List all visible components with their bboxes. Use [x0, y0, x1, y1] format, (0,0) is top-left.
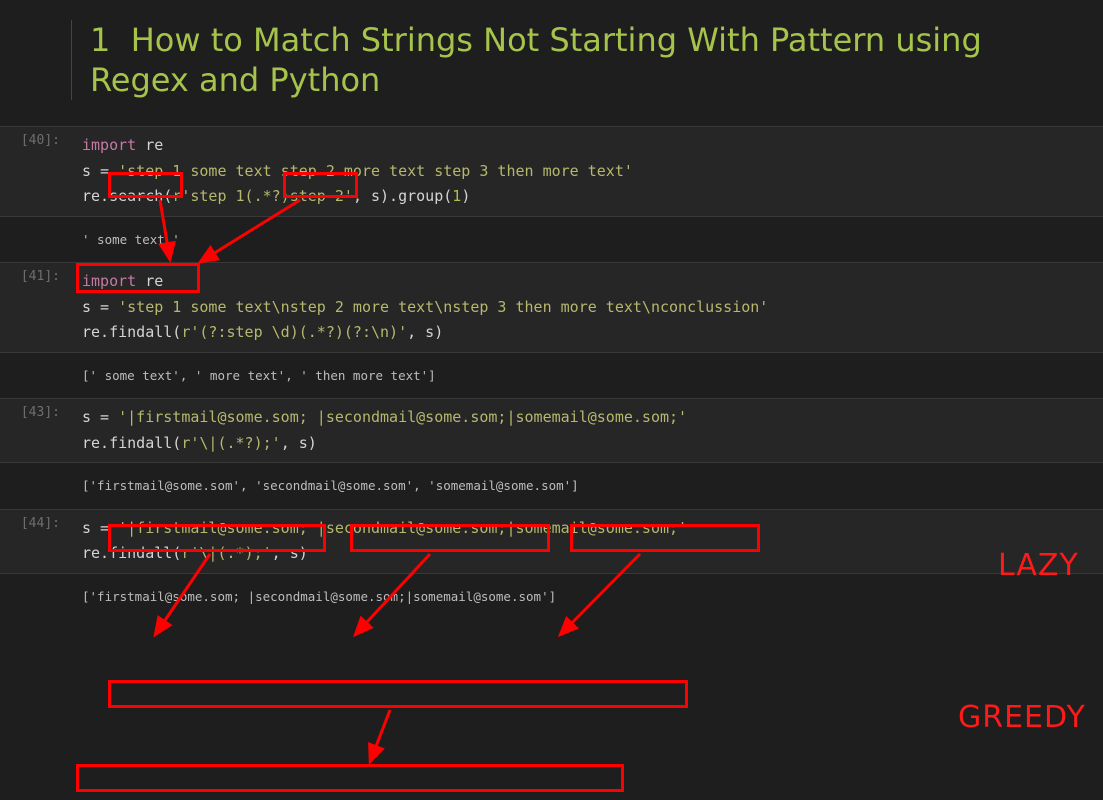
kw-import: import: [82, 272, 136, 290]
code-body[interactable]: s = '|firstmail@some.som; |secondmail@so…: [72, 399, 1103, 462]
output-gutter: [0, 463, 72, 509]
code-cell-41[interactable]: [41]: import re s = 'step 1 some text\ns…: [0, 262, 1103, 353]
code-body[interactable]: import re s = 'step 1 some text step 2 m…: [72, 127, 1103, 216]
string-literal: '|firstmail@some.som; |secondmail@some.s…: [118, 519, 687, 537]
prompt-label: [41]:: [0, 263, 72, 352]
code-text: , s): [407, 323, 443, 341]
code-text: re.findall(: [82, 544, 181, 562]
prompt-label: [44]:: [0, 510, 72, 573]
code-cell-40[interactable]: [40]: import re s = 'step 1 some text st…: [0, 126, 1103, 217]
annotation-greedy: GREEDY: [958, 700, 1086, 735]
code-body[interactable]: import re s = 'step 1 some text\nstep 2 …: [72, 263, 1103, 352]
output-text: ['firstmail@some.som; |secondmail@some.s…: [72, 574, 556, 620]
code-body[interactable]: s = '|firstmail@some.som; |secondmail@so…: [72, 510, 1103, 573]
number-literal: 1: [452, 187, 461, 205]
code-text: re.findall(: [82, 434, 181, 452]
string-literal: r'\|(.*?);': [181, 434, 280, 452]
code-text: s =: [82, 298, 118, 316]
output-cell-44: ['firstmail@some.som; |secondmail@some.s…: [0, 574, 1103, 620]
output-text: ' some text ': [72, 217, 180, 263]
output-gutter: [0, 574, 72, 620]
output-cell-41: [' some text', ' more text', ' then more…: [0, 353, 1103, 399]
code-text: re.search(: [82, 187, 172, 205]
kw-import: import: [82, 136, 136, 154]
prompt-label: [40]:: [0, 127, 72, 216]
string-literal: r'\|(.*);': [181, 544, 271, 562]
output-text: ['firstmail@some.som', 'secondmail@some.…: [72, 463, 579, 509]
mod-name: re: [136, 272, 163, 290]
string-literal: r'(?:step \d)(.*?)(?:\n)': [181, 323, 407, 341]
output-cell-43: ['firstmail@some.som', 'secondmail@some.…: [0, 463, 1103, 509]
code-text: , s): [272, 544, 308, 562]
page-title: 1 How to Match Strings Not Starting With…: [72, 20, 1103, 100]
string-literal: r'step 1(.*?)step 2': [172, 187, 353, 205]
code-text: s =: [82, 519, 118, 537]
string-literal: 'step 1 some text step 2 more text step …: [118, 162, 633, 180]
code-cell-43[interactable]: [43]: s = '|firstmail@some.som; |secondm…: [0, 398, 1103, 463]
code-cell-44[interactable]: [44]: s = '|firstmail@some.som; |secondm…: [0, 509, 1103, 574]
annotation-box: [108, 680, 688, 708]
prompt-label: [43]:: [0, 399, 72, 462]
annotation-box: [76, 764, 624, 792]
code-text: ): [461, 187, 470, 205]
mod-name: re: [136, 136, 163, 154]
output-cell-40: ' some text ': [0, 217, 1103, 263]
output-text: [' some text', ' more text', ' then more…: [72, 353, 436, 399]
code-text: re.findall(: [82, 323, 181, 341]
heading-row: 1 How to Match Strings Not Starting With…: [0, 0, 1103, 126]
code-text: , s): [281, 434, 317, 452]
heading-number: 1: [90, 21, 110, 59]
output-gutter: [0, 353, 72, 399]
string-literal: 'step 1 some text\nstep 2 more text\nste…: [118, 298, 768, 316]
heading-gutter: [0, 20, 72, 100]
output-gutter: [0, 217, 72, 263]
code-text: , s).group(: [353, 187, 452, 205]
string-literal: '|firstmail@some.som; |secondmail@some.s…: [118, 408, 687, 426]
code-text: s =: [82, 162, 118, 180]
heading-text: How to Match Strings Not Starting With P…: [90, 21, 982, 99]
code-text: s =: [82, 408, 118, 426]
